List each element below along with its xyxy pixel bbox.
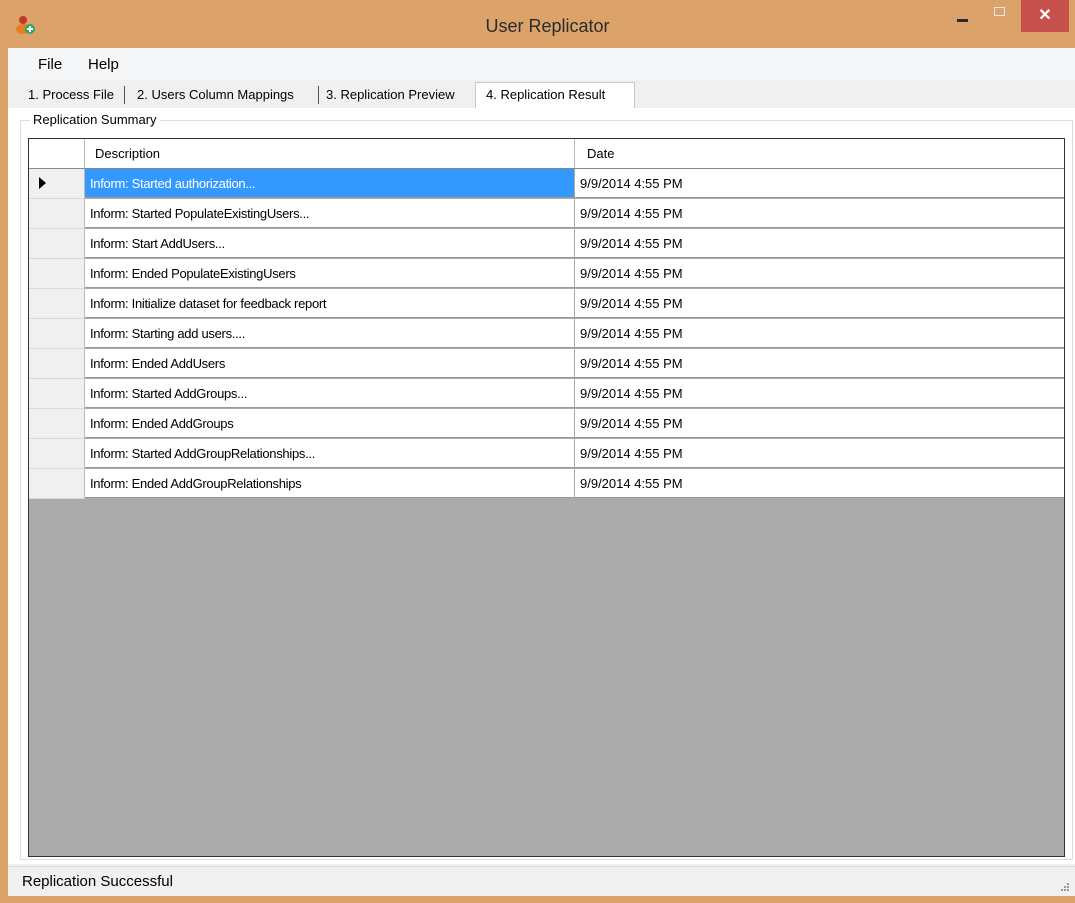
cell-description[interactable]: Inform: Starting add users.... [85,319,575,348]
row-header[interactable] [29,409,85,439]
minimize-button[interactable] [946,0,978,32]
table-row[interactable]: Inform: Started PopulateExistingUsers...… [29,199,1064,229]
table-row[interactable]: Inform: Started AddGroupRelationships...… [29,439,1064,469]
cell-description[interactable]: Inform: Ended AddGroupRelationships [85,469,575,498]
cell-description[interactable]: Inform: Ended PopulateExistingUsers [85,259,575,288]
maximize-button[interactable] [984,0,1016,32]
cell-date[interactable]: 9/9/2014 4:55 PM [575,379,1064,408]
cell-description[interactable]: Inform: Initialize dataset for feedback … [85,289,575,318]
cell-date[interactable]: 9/9/2014 4:55 PM [575,349,1064,378]
table-row[interactable]: Inform: Ended AddGroupRelationships 9/9/2… [29,469,1064,499]
column-header-description[interactable]: Description [85,139,575,168]
status-bar: Replication Successful [8,866,1075,896]
cell-date[interactable]: 9/9/2014 4:55 PM [575,289,1064,318]
cell-date[interactable]: 9/9/2014 4:55 PM [575,169,1064,198]
tab-separator [124,86,125,104]
cell-description[interactable]: Inform: Started AddGroupRelationships... [85,439,575,468]
row-header[interactable] [29,169,85,199]
cell-description[interactable]: Inform: Started AddGroups... [85,379,575,408]
grid-corner-header[interactable] [29,139,85,168]
table-row[interactable]: Inform: Started authorization... 9/9/2014… [29,169,1064,199]
app-window: User Replicator ✕ File Help 1. Process F… [0,0,1075,903]
minimize-icon [957,19,968,22]
window-title: User Replicator [485,16,610,36]
menu-help[interactable]: Help [82,54,125,76]
row-header[interactable] [29,199,85,229]
cell-description[interactable]: Inform: Started PopulateExistingUsers... [85,199,575,228]
replication-summary-label: Replication Summary [30,112,160,127]
table-row[interactable]: Inform: Starting add users.... 9/9/2014 4… [29,319,1064,349]
tab-users-column-mappings[interactable]: 2. Users Column Mappings [137,82,294,106]
row-header[interactable] [29,439,85,469]
title-bar[interactable]: User Replicator ✕ [0,0,1075,48]
menu-file[interactable]: File [32,54,68,76]
row-header[interactable] [29,229,85,259]
tab-process-file[interactable]: 1. Process File [28,82,114,106]
tab-separator [318,86,319,104]
cell-date[interactable]: 9/9/2014 4:55 PM [575,409,1064,438]
maximize-icon [994,7,1005,16]
current-row-arrow-icon [39,177,46,189]
close-icon: ✕ [1038,7,1052,24]
column-header-date[interactable]: Date [575,139,1064,168]
tab-replication-preview[interactable]: 3. Replication Preview [326,82,455,106]
table-row[interactable]: Inform: Started AddGroups... 9/9/2014 4:5… [29,379,1064,409]
table-row[interactable]: Inform: Start AddUsers... 9/9/2014 4:55 P… [29,229,1064,259]
grid-rows: Inform: Started authorization... 9/9/2014… [29,169,1064,499]
close-button[interactable]: ✕ [1021,0,1069,32]
cell-date[interactable]: 9/9/2014 4:55 PM [575,259,1064,288]
row-header[interactable] [29,469,85,499]
row-header[interactable] [29,379,85,409]
cell-date[interactable]: 9/9/2014 4:55 PM [575,319,1064,348]
cell-description[interactable]: Inform: Ended AddGroups [85,409,575,438]
cell-description[interactable]: Inform: Started authorization... [85,169,575,198]
table-row[interactable]: Inform: Ended AddGroups 9/9/2014 4:55 PM [29,409,1064,439]
status-text: Replication Successful [22,873,173,890]
row-header[interactable] [29,259,85,289]
menu-bar: File Help [8,48,1075,80]
cell-date[interactable]: 9/9/2014 4:55 PM [575,229,1064,258]
cell-description[interactable]: Inform: Start AddUsers... [85,229,575,258]
cell-date[interactable]: 9/9/2014 4:55 PM [575,439,1064,468]
tab-panel-replication-result: Replication Summary Description Date Inf… [8,108,1075,864]
cell-date[interactable]: 9/9/2014 4:55 PM [575,469,1064,498]
grid-header: Description Date [29,139,1064,169]
row-header[interactable] [29,319,85,349]
client-area: File Help 1. Process File 2. Users Colum… [8,48,1075,896]
resize-grip-icon[interactable] [1059,881,1069,891]
tab-strip: 1. Process File 2. Users Column Mappings… [8,82,1075,108]
cell-description[interactable]: Inform: Ended AddUsers [85,349,575,378]
replication-summary-grid[interactable]: Description Date Inform: Started authori… [28,138,1065,857]
cell-date[interactable]: 9/9/2014 4:55 PM [575,199,1064,228]
row-header[interactable] [29,289,85,319]
tab-replication-result[interactable]: 4. Replication Result [486,82,605,106]
table-row[interactable]: Inform: Initialize dataset for feedback … [29,289,1064,319]
table-row[interactable]: Inform: Ended PopulateExistingUsers 9/9/2… [29,259,1064,289]
table-row[interactable]: Inform: Ended AddUsers 9/9/2014 4:55 PM [29,349,1064,379]
row-header[interactable] [29,349,85,379]
